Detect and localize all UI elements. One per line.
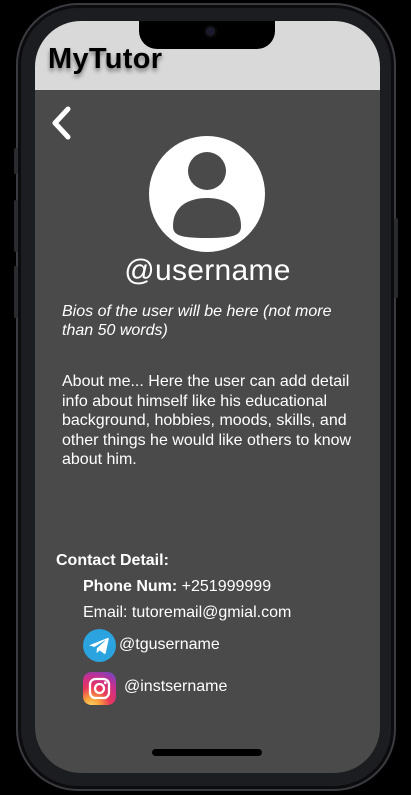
phone-side-button [14,266,18,318]
chevron-left-icon [52,106,71,140]
telegram-handle: @tgusername [119,635,220,653]
telegram-icon [83,629,116,662]
instagram-handle: @instsername [124,677,228,695]
user-avatar-icon [149,136,265,252]
instagram-link[interactable]: @instsername [83,668,227,705]
app-screen: MyTutor @username Bios of the user will … [35,21,380,773]
instagram-icon [83,672,116,705]
phone-side-button [14,200,18,252]
phone-number-line: Phone Num: +251999999 [83,578,271,596]
phone-side-button [14,148,18,174]
contact-detail-heading: Contact Detail: [56,552,169,569]
about-me-text: About me... Here the user can add detail… [62,373,352,468]
home-indicator [152,749,262,756]
email-line: Email: tutoremail@gmial.com [83,604,292,621]
phone-side-button [394,218,398,298]
user-bio: Bios of the user will be here (not more … [62,303,332,339]
username-heading: @username [124,254,291,287]
app-title: MyTutor [48,43,163,75]
user-avatar [149,136,265,252]
camera-dot [206,27,215,36]
phone-number-label: Phone Num: [83,578,178,595]
back-button[interactable] [49,105,75,141]
phone-number-value: +251999999 [177,578,272,595]
telegram-link[interactable]: @tgusername [83,627,220,662]
